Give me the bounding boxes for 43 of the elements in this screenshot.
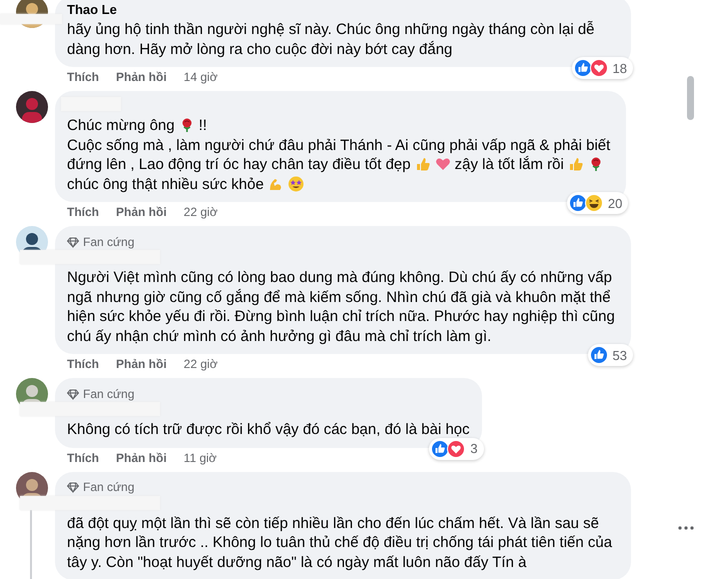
reaction-count: 20: [608, 196, 622, 210]
comment-text: Cuộc sống mà , làm người chứ đâu phải Thánh - Ai cũng phải vấp ngã & phải biết: [67, 136, 610, 154]
comment-action-link[interactable]: Thích: [67, 450, 99, 464]
comment-text: đứng lên , Lao động trí óc hay chân tay điều tốt đẹp: [67, 156, 411, 173]
comment-action-link[interactable]: Phản hồi: [116, 205, 167, 219]
diamond-icon: [67, 388, 79, 400]
comment-time[interactable]: 14 giờ: [184, 70, 218, 84]
comment-text: chúc ông thật nhiều sức khỏe: [67, 176, 264, 192]
comment-text: đã đột quỵ một lần thì sẽ còn tiếp nhiều lần cho đến lúc chấm hết. Và lần sau sẽ nặng hơn lần trước .. Không lo tuân thủ chế độ điều trị chống tái phát tiên tiến của tây y. Còn "hoạt huyết dưỡng não" là có ngày mất luôn não đấy Tín à: [67, 514, 612, 570]
comment-text: Người Việt mình cũng có lòng bao dung mà đúng không. Dù chú ấy có những vấp ngã nhưng giờ cũng cố gắng để mà kiếm sống. Nhìn chú đã già và khuôn mặt thể hiện sức khỏe yếu đi rồi. Đừng bình luận chỉ trích nữa. Phước hay nghiệp thì cũng chú ấy nhận chứ mình có ảnh hưởng gì đâu mà chỉ trích làm gì.: [67, 269, 615, 344]
comment-action-link[interactable]: Thích: [67, 205, 99, 219]
scrollbar-thumb[interactable]: [687, 76, 694, 120]
reaction-count: 53: [612, 348, 627, 362]
comment-time[interactable]: 22 giờ: [184, 205, 218, 219]
reaction-count: 3: [470, 441, 478, 456]
reaction-summary[interactable]: 3: [429, 438, 484, 460]
comment-action-link[interactable]: Thích: [67, 357, 99, 371]
comment-action-link[interactable]: Phản hồi: [116, 357, 167, 371]
comment-text: hãy ủng hộ tinh thần người nghệ sĩ này. Chúc ông những ngày tháng còn lại dễ dàng hơn. Hãy mở lòng ra cho cuộc đời này bớt cay đắng: [67, 21, 595, 58]
comment-action-link[interactable]: Thích: [67, 70, 99, 84]
comment-text: Không có tích trữ được rồi khổ vậy đó các bạn, đó là bài học: [67, 421, 470, 438]
reaction-summary[interactable]: 18: [572, 57, 633, 79]
thumbs-up-icon: [568, 156, 584, 172]
diamond-icon: [67, 481, 79, 493]
comment-text: Chúc mừng ông: [67, 117, 175, 134]
comment-text: zậy là tốt lắm rồi: [454, 156, 564, 173]
comment-time[interactable]: 22 giờ: [184, 357, 218, 371]
reaction-summary[interactable]: 53: [588, 344, 633, 366]
reaction-summary[interactable]: 20: [566, 192, 628, 214]
fan-label: Fan cứng: [83, 386, 134, 400]
fan-label: Fan cứng: [83, 480, 134, 494]
heart-icon: [434, 156, 451, 172]
fan-label: Fan cứng: [83, 234, 134, 248]
more-options-icon[interactable]: [678, 526, 694, 530]
reaction-count: 18: [612, 60, 627, 76]
comment-action-link[interactable]: Phản hồi: [116, 450, 167, 464]
diamond-icon: [67, 236, 79, 248]
comment-time[interactable]: 11 giờ: [184, 450, 217, 464]
thumbs-up-icon: [414, 156, 431, 172]
comment-action-link[interactable]: Phản hồi: [116, 70, 167, 84]
star-eyes-emoji-icon: [288, 176, 304, 192]
comment-text: !!: [198, 117, 207, 134]
commenter-name[interactable]: Thao Le: [67, 2, 619, 18]
